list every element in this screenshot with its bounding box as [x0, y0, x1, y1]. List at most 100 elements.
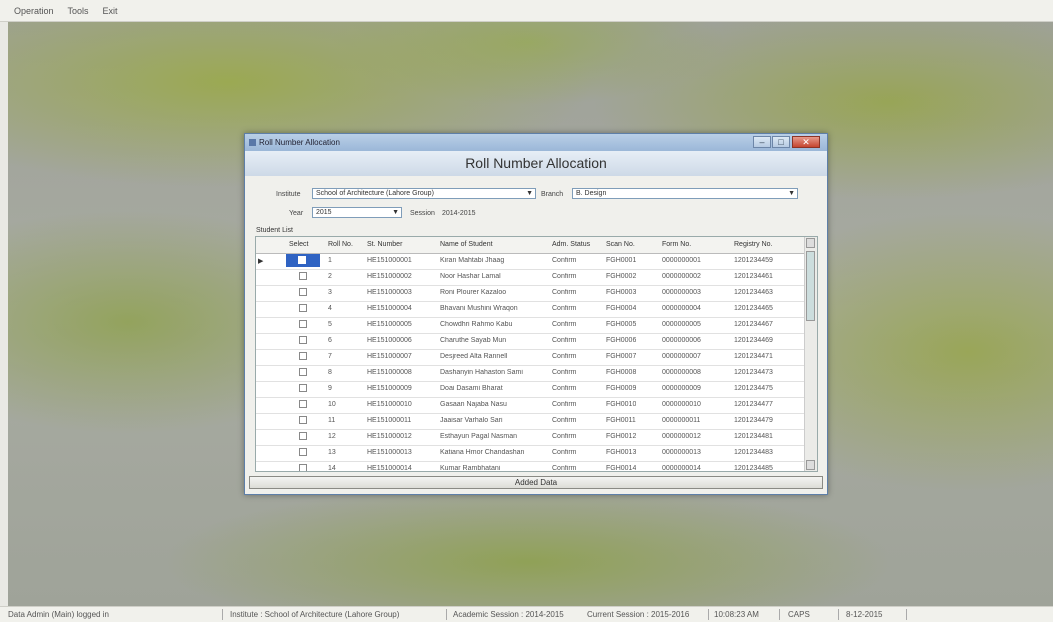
menu-operation[interactable]: Operation [14, 6, 54, 16]
cell-name: Chowdhri Rahmo Kabu [440, 321, 513, 328]
institute-select[interactable]: School of Architecture (Lahore Group) ▼ [312, 188, 536, 199]
cell-status: Confirm [552, 401, 577, 408]
table-row[interactable]: 10 HE151000010 Gasaan Najaba Nasu Confirm FG… [256, 397, 805, 414]
row-checkbox[interactable] [299, 352, 307, 360]
add-data-button[interactable]: Added Data [249, 476, 823, 489]
row-checkbox[interactable] [299, 464, 307, 471]
cell-status: Confirm [552, 433, 577, 440]
table-row[interactable]: 9 HE151000009 Doai Dasami Bharat Confirm FGH… [256, 381, 805, 398]
year-select[interactable]: 2015 ▼ [312, 207, 402, 218]
table-row[interactable]: 5 HE151000005 Chowdhri Rahmo Kabu Confirm FG… [256, 317, 805, 334]
chevron-down-icon: ▼ [788, 190, 795, 197]
selected-cell[interactable] [286, 254, 320, 267]
cell-status: Confirm [552, 257, 577, 264]
row-checkbox[interactable] [299, 288, 307, 296]
scroll-thumb[interactable] [806, 251, 815, 321]
row-checkbox[interactable] [299, 272, 307, 280]
cell-no: 4 [328, 305, 332, 312]
table-row[interactable]: 2 HE151000002 Noor Hashar Lamal Confirm FGH0… [256, 269, 805, 286]
row-checkbox[interactable] [299, 416, 307, 424]
table-row[interactable]: 13 HE151000013 Katiana Hmor Chandashan Conf… [256, 445, 805, 462]
cell-scan: FGH0013 [606, 449, 637, 456]
cell-status: Confirm [552, 369, 577, 376]
cell-reg: 1201234477 [734, 401, 773, 408]
table-row[interactable]: ▶ 1 HE151000001 Kiran Mahtabi Jhaag Confirm F… [256, 253, 805, 270]
menu-exit[interactable]: Exit [103, 6, 118, 16]
row-checkbox[interactable] [299, 400, 307, 408]
minimize-button[interactable]: – [753, 136, 771, 148]
cell-name: Desjreed Alta Rannell [440, 353, 508, 360]
row-checkbox[interactable] [299, 432, 307, 440]
cell-status: Confirm [552, 337, 577, 344]
close-button[interactable]: ✕ [792, 136, 820, 148]
cell-scan: FGH0003 [606, 289, 637, 296]
cell-st: HE151000008 [367, 369, 412, 376]
status-institute: Institute : School of Architecture (Laho… [230, 610, 400, 619]
row-checkbox[interactable] [298, 256, 306, 264]
table-row[interactable]: 8 HE151000008 Dashanyin Hahaston Sami Confi… [256, 365, 805, 382]
scroll-up-button[interactable] [806, 238, 815, 248]
status-separator [838, 609, 839, 620]
col-form-no[interactable]: Form No. [662, 241, 691, 248]
col-registry-no[interactable]: Registry No. [734, 241, 773, 248]
cell-scan: FGH0009 [606, 385, 637, 392]
row-checkbox[interactable] [299, 448, 307, 456]
status-bar: Data Admin (Main) logged in Institute : … [0, 606, 1053, 622]
cell-no: 1 [328, 257, 332, 264]
col-adm-status[interactable]: Adm. Status [552, 241, 590, 248]
year-label: Year [289, 210, 304, 217]
cell-form: 0000000011 [662, 417, 701, 424]
cell-name: Esthayun Pagal Nasman [440, 433, 518, 440]
table-row[interactable]: 12 HE151000012 Esthayun Pagal Nasman Confir… [256, 429, 805, 446]
cell-st: HE151000001 [367, 257, 412, 264]
institute-label: Institute [276, 191, 301, 198]
cell-form: 0000000005 [662, 321, 701, 328]
col-scan-no[interactable]: Scan No. [606, 241, 635, 248]
cell-st: HE151000002 [367, 273, 412, 280]
col-roll-no[interactable]: Roll No. [328, 241, 353, 248]
cell-st: HE151000003 [367, 289, 412, 296]
cell-scan: FGH0005 [606, 321, 637, 328]
cell-name: Dashanyin Hahaston Sami [440, 369, 523, 376]
cell-form: 0000000009 [662, 385, 701, 392]
cell-name: Kiran Mahtabi Jhaag [440, 257, 505, 264]
table-row[interactable]: 6 HE151000006 Charuthe Sayab Mun Confirm FGH… [256, 333, 805, 350]
col-select[interactable]: Select [289, 241, 308, 248]
table-row[interactable]: 7 HE151000007 Desjreed Alta Rannell Confirm… [256, 349, 805, 366]
cell-name: Kumar Rambhatani [440, 465, 501, 472]
cell-status: Confirm [552, 417, 577, 424]
cell-reg: 1201234471 [734, 353, 773, 360]
col-name[interactable]: Name of Student [440, 241, 493, 248]
cell-no: 12 [328, 433, 336, 440]
cell-no: 13 [328, 449, 336, 456]
cell-reg: 1201234475 [734, 385, 773, 392]
scroll-down-button[interactable] [806, 460, 815, 470]
row-checkbox[interactable] [299, 384, 307, 392]
row-checkbox[interactable] [299, 368, 307, 376]
cell-form: 0000000006 [662, 337, 701, 344]
row-checkbox[interactable] [299, 320, 307, 328]
table-row[interactable]: 14 HE151000014 Kumar Rambhatani Confirm FGH0… [256, 461, 805, 472]
session-value: 2014-2015 [442, 210, 476, 217]
table-row[interactable]: 3 HE151000003 Roni Plourer Kazaloo Confirm F… [256, 285, 805, 302]
cell-scan: FGH0012 [606, 433, 637, 440]
maximize-button[interactable]: □ [772, 136, 790, 148]
menu-tools[interactable]: Tools [68, 6, 89, 16]
student-list-label: Student List [256, 227, 293, 234]
cell-no: 7 [328, 353, 332, 360]
cell-status: Confirm [552, 305, 577, 312]
table-row[interactable]: 11 HE151000011 Jaaisar Varhalo Sari Confirm… [256, 413, 805, 430]
row-checkbox[interactable] [299, 304, 307, 312]
row-pointer-icon: ▶ [258, 258, 264, 265]
vertical-scrollbar[interactable] [804, 237, 817, 471]
branch-select[interactable]: B. Design ▼ [572, 188, 798, 199]
cell-no: 9 [328, 385, 332, 392]
table-row[interactable]: 4 HE151000004 Bhavani Mushini Wraqon Confir… [256, 301, 805, 318]
col-st-number[interactable]: St. Number [367, 241, 402, 248]
status-separator [779, 609, 780, 620]
status-caps: CAPS [788, 610, 810, 619]
grid-header: Select Roll No. St. Number Name of Stude… [256, 237, 805, 254]
row-checkbox[interactable] [299, 336, 307, 344]
window-titlebar[interactable]: Roll Number Allocation – □ ✕ [245, 134, 827, 151]
cell-no: 6 [328, 337, 332, 344]
